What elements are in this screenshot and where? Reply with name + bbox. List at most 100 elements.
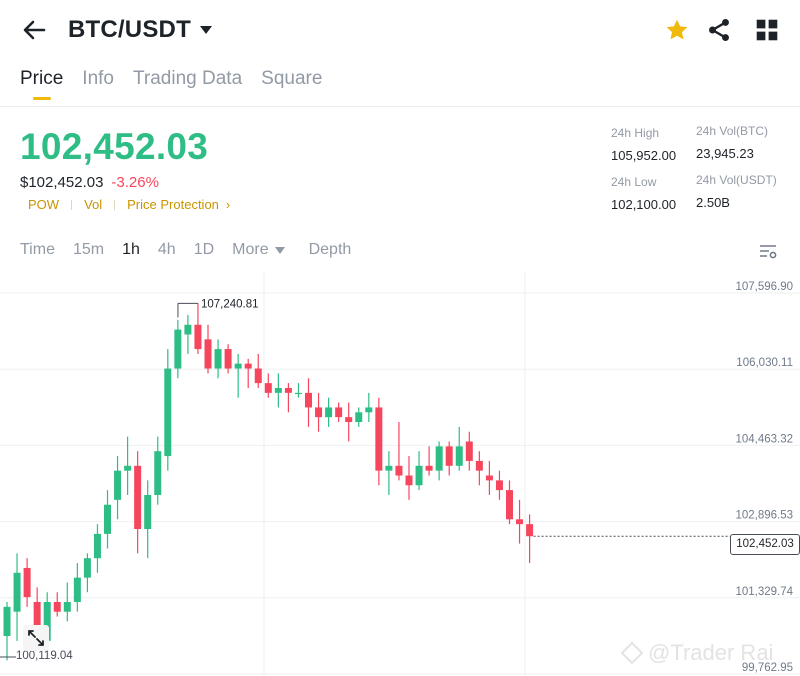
candlestick-chart[interactable]: 107,596.90 106,030.11 104,463.32 102,896.53… [0,272,800,676]
interval-time[interactable]: Time [20,241,55,259]
candle-body [124,465,132,471]
candle-body [506,490,513,520]
candle-body [526,524,534,537]
candle-body [274,387,282,393]
candle-body [385,465,393,471]
last-price-tag: 102,452.03 [730,534,800,555]
share-icon[interactable] [706,17,732,43]
stat-value: 2.50B [696,195,730,210]
chevron-right-icon[interactable]: › [226,197,230,212]
candle-body [475,460,483,471]
candle-body [234,363,242,369]
candle-body [465,441,473,461]
candle-body [355,412,363,423]
expand-button[interactable] [23,625,49,651]
diamond-icon [620,641,644,665]
y-tick-label: 101,329.74 [735,586,793,598]
tab-square[interactable]: Square [261,68,322,102]
y-tick-label: 106,030.11 [736,357,793,369]
pair-selector[interactable]: BTC/USDT [68,16,213,44]
candle-body [294,392,302,395]
candle-body [134,465,142,530]
candle-body [144,494,152,530]
sub-price: $102,452.03 -3.26% [20,174,159,191]
candle-body [516,519,524,525]
candle-body [365,407,373,413]
candle-body [335,407,343,418]
back-arrow-icon[interactable] [20,16,48,44]
stat-label: 24h Vol(USDT) [696,173,777,187]
candle-body [53,601,61,612]
candle-body [194,324,202,350]
candle-body [485,475,493,481]
tab-price[interactable]: Price [20,68,63,102]
tab-trading-data[interactable]: Trading Data [133,68,242,102]
tab-info[interactable]: Info [82,68,114,102]
candle-body [174,329,182,369]
tag-pow[interactable]: POW [28,197,59,212]
tag-price-protection[interactable]: Price Protection [127,197,219,212]
candle-body [184,324,192,335]
candle-body [375,407,383,471]
stat-value: 23,945.23 [696,146,754,161]
candle-body [445,446,453,466]
pair-name: BTC/USDT [68,16,191,43]
candle-body [345,417,353,423]
tag-separator [71,199,73,210]
interval-1d[interactable]: 1D [194,241,214,259]
y-tick-label: 102,896.53 [735,510,793,522]
candle-body [455,446,463,466]
interval-1h[interactable]: 1h [122,241,140,259]
tag-vol[interactable]: Vol [84,197,102,212]
candle-body [425,465,433,471]
stat-label: 24h Vol(BTC) [696,124,769,138]
candle-body [305,392,312,408]
candle-body [244,363,252,369]
star-icon[interactable] [664,17,690,43]
min-price-label: 100,119.04 [16,650,73,662]
stat-value: 105,952.00 [611,148,677,163]
max-price-label: 107,240.81 [201,298,259,310]
candle-body [254,368,262,384]
top-bar: BTC/USDT [0,0,800,62]
interval-depth[interactable]: Depth [309,241,352,259]
stat-24h-vol-usdt: 24h Vol(USDT) 2.50B [696,173,777,210]
candle-body [405,475,413,486]
interval-4h[interactable]: 4h [158,241,176,259]
grid-icon[interactable] [754,17,780,43]
candle-body [114,470,122,500]
stat-24h-high: 24h High 105,952.00 [611,126,676,163]
y-tick-label: 104,463.32 [735,433,793,445]
stat-label: 24h High [611,126,660,140]
stat-label: 24h Low [611,175,657,189]
chart-settings-icon[interactable] [758,241,778,261]
last-price: 102,452.03 [20,126,209,167]
candle-body [164,368,172,457]
stat-24h-low: 24h Low 102,100.00 [611,175,676,212]
interval-15m[interactable]: 15m [73,241,104,259]
price-change: -3.26% [111,174,159,191]
candle-body [395,465,403,476]
candle-body [63,601,71,612]
candle-body [13,572,21,612]
usd-price: $102,452.03 [20,174,104,191]
watermark-text: @Trader Rai [648,640,774,665]
expand-icon [28,630,44,646]
candle-body [83,558,91,578]
tag-row: POW Vol Price Protection › [28,197,230,212]
candle-body [3,606,11,637]
candle-body [204,339,212,369]
candle-body [73,577,81,602]
interval-more[interactable]: More [232,241,268,259]
interval-bar: Time 15m 1h 4h 1D More Depth [20,241,351,259]
candle-body [104,504,111,534]
candle-body [23,567,31,598]
candle-body [264,383,272,393]
stat-value: 102,100.00 [611,197,677,212]
candle-body [325,407,333,418]
y-tick-label: 107,596.90 [735,281,793,293]
candle-body [224,349,232,369]
candle-body [495,480,503,491]
main-tabs: Price Info Trading Data Square [20,68,322,102]
candle-body [435,446,443,471]
